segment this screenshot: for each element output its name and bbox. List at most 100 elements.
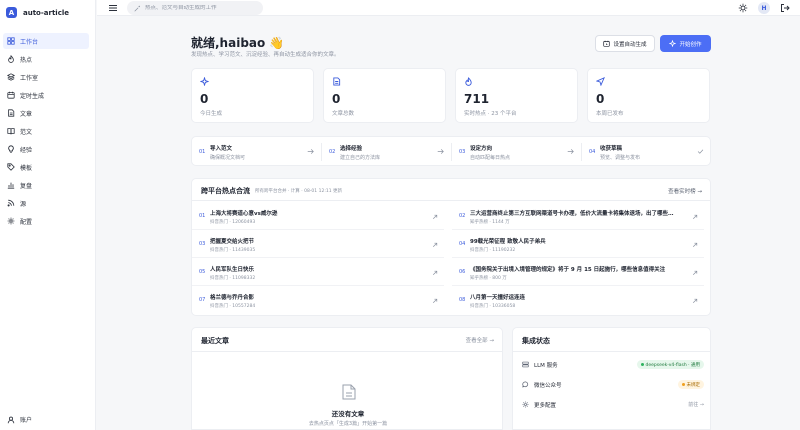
- brand[interactable]: A auto-article: [6, 7, 69, 18]
- step-number: 04: [589, 149, 596, 155]
- sidebar-item-articles[interactable]: 文章: [3, 105, 89, 121]
- integration-row-more[interactable]: 更多配置 前往 →: [513, 395, 712, 415]
- rank: 01: [199, 213, 206, 219]
- hot-title: 把握夏交给火把节: [210, 239, 255, 245]
- sidebar-item-hot[interactable]: 热点: [3, 51, 89, 67]
- step-number: 01: [199, 149, 206, 155]
- sidebar-item-review[interactable]: 复盘: [3, 177, 89, 193]
- stat-label: 今日生成: [200, 111, 223, 117]
- step-title: 收获草稿: [600, 146, 623, 152]
- menu-icon[interactable]: [108, 3, 118, 13]
- sidebar-item-workbench[interactable]: 工作台: [3, 33, 89, 49]
- arrow-right-icon: [437, 149, 444, 154]
- hot-topics-header: 跨平台热点合流 所有跨平台合并 · 计算 · 08-01 12:11 更新 查看…: [192, 179, 710, 201]
- document-icon: [8, 109, 15, 117]
- sidebar-item-label: 范文: [20, 128, 33, 136]
- rank: 06: [459, 269, 466, 275]
- list-item[interactable]: 04 99载光荣征程 致敬人民子弟兵 抖音热门 · 11190232: [452, 230, 704, 258]
- hot-source: 知乎热榜 · 800 万: [470, 276, 507, 281]
- integration-label: 更多配置: [534, 403, 557, 409]
- onboarding-steps: 01 导入范文 确保概况文档可 02 选择经验 建立自己的方法库 03 设定方向…: [191, 136, 711, 166]
- hot-title: 人民军队生日快乐: [210, 267, 255, 273]
- schedule-button-label: 设置自动生成: [613, 41, 647, 48]
- sparkle-icon: [669, 40, 677, 47]
- step-desc: 建立自己的方法库: [340, 155, 381, 161]
- status-dot: [681, 383, 685, 386]
- rank: 07: [199, 297, 206, 303]
- magic-search-icon: [134, 5, 140, 12]
- stat-card-articles: 0 文章总数: [323, 68, 446, 123]
- sidebar-item-settings[interactable]: 配置: [3, 213, 89, 229]
- rss-icon: [7, 199, 15, 207]
- divider: [192, 351, 502, 352]
- flame-icon: [465, 77, 472, 86]
- hot-title: 上海大将赛道心意vs威尔逊: [210, 211, 278, 217]
- check-icon: [697, 149, 704, 154]
- hot-source: 抖音热门 · 11098332: [210, 276, 256, 281]
- hot-topics-meta: 所有跨平台合并 · 计算 · 08-01 12:11 更新: [255, 189, 342, 194]
- list-item[interactable]: 02 三大运营商终止第三方互联网渠道号卡办理，低价大流量卡将集体退场，出了哪些……: [452, 202, 704, 230]
- list-item[interactable]: 07 格兰德与乔丹合影 抖音热门 · 10557284: [192, 286, 444, 314]
- rank: 04: [459, 241, 466, 247]
- sidebar-item-templates[interactable]: 模板: [3, 159, 89, 175]
- list-item[interactable]: 01 上海大将赛道心意vs威尔逊 抖音热门 · 12060493: [192, 202, 444, 230]
- integration-row-llm[interactable]: LLM 服务 deepseek-v4-flash · 通用: [513, 355, 712, 375]
- list-item[interactable]: 08 八月第一天撞好运连连 抖音热门 · 10336058: [452, 286, 704, 314]
- search-bar[interactable]: [127, 1, 263, 15]
- status-badge-text: 未绑定: [686, 382, 701, 388]
- stat-card-hot: 711 实时热点 · 23 个平台: [455, 68, 578, 123]
- divider: [513, 351, 710, 352]
- hot-source: 抖音热门 · 10557284: [210, 304, 256, 309]
- stat-value: 0: [200, 92, 209, 106]
- status-badge: 未绑定: [677, 380, 704, 389]
- arrow-up-right-icon: [692, 298, 698, 304]
- hot-topics-panel: 跨平台热点合流 所有跨平台合并 · 计算 · 08-01 12:11 更新 查看…: [191, 178, 711, 316]
- flame-icon: [8, 55, 14, 63]
- rank: 05: [199, 269, 206, 275]
- hot-title: 八月第一天撞好运连连: [470, 295, 526, 301]
- sidebar-item-label: 工作台: [20, 38, 39, 46]
- empty-state-title: 还没有文章: [331, 410, 365, 418]
- logout-icon[interactable]: [780, 3, 790, 13]
- view-all-link[interactable]: 查看全部 →: [466, 336, 494, 344]
- avatar[interactable]: H: [758, 2, 770, 14]
- list-item[interactable]: 03 把握夏交给火把节 抖音热门 · 11439035: [192, 230, 444, 258]
- stat-card-today: 0 今日生成: [191, 68, 314, 123]
- theme-toggle-icon[interactable]: [738, 3, 748, 13]
- calendar-clock-icon: [603, 40, 611, 47]
- step-direction[interactable]: 03 设定方向 自动匹配每日热点: [452, 137, 582, 167]
- brand-name: auto-article: [23, 8, 69, 17]
- tag-icon: [7, 163, 15, 171]
- bar-chart-icon: [7, 182, 15, 189]
- send-icon: [596, 77, 605, 86]
- integration-label: LLM 服务: [534, 363, 558, 369]
- sidebar-item-studio[interactable]: 工作室: [3, 69, 89, 85]
- step-desc: 确保概况文档可: [210, 155, 246, 161]
- schedule-button[interactable]: 设置自动生成: [595, 35, 655, 52]
- sidebar-item-schedule[interactable]: 定时生成: [3, 87, 89, 103]
- step-import[interactable]: 01 导入范文 确保概况文档可: [192, 137, 322, 167]
- account-link[interactable]: 账户: [7, 415, 32, 424]
- stat-label: 实时热点 · 23 个平台: [464, 111, 517, 117]
- list-item[interactable]: 05 人民军队生日快乐 抖音热门 · 11098332: [192, 258, 444, 286]
- sidebar-item-label: 模板: [20, 164, 33, 172]
- list-item[interactable]: 06 《国务院关于出境入境管理的规定》将于 9 月 15 日起施行，哪些信息值得…: [452, 258, 704, 286]
- view-live-board-link[interactable]: 查看实时榜 →: [668, 187, 702, 195]
- search-input[interactable]: [145, 5, 255, 11]
- sidebar-item-label: 热点: [20, 56, 33, 64]
- stat-value: 711: [464, 92, 490, 106]
- sidebar-item-label: 配置: [20, 218, 33, 226]
- sidebar-item-experience[interactable]: 经验: [3, 141, 89, 157]
- start-writing-button[interactable]: 开始创作: [660, 35, 711, 52]
- sidebar-item-samples[interactable]: 范文: [3, 123, 89, 139]
- manage-link[interactable]: 前往 →: [688, 401, 704, 408]
- sidebar-item-sources[interactable]: 源: [3, 195, 89, 211]
- step-harvest[interactable]: 04 收获草稿 预览、调整与发布: [582, 137, 712, 167]
- account-label: 账户: [20, 417, 33, 424]
- stat-label: 文章总数: [332, 111, 355, 117]
- gear-icon: [7, 217, 15, 225]
- arrow-right-icon: [307, 149, 314, 154]
- integration-row-wechat[interactable]: 微信公众号 未绑定: [513, 375, 712, 395]
- document-icon: [333, 77, 341, 86]
- step-experience[interactable]: 02 选择经验 建立自己的方法库: [322, 137, 452, 167]
